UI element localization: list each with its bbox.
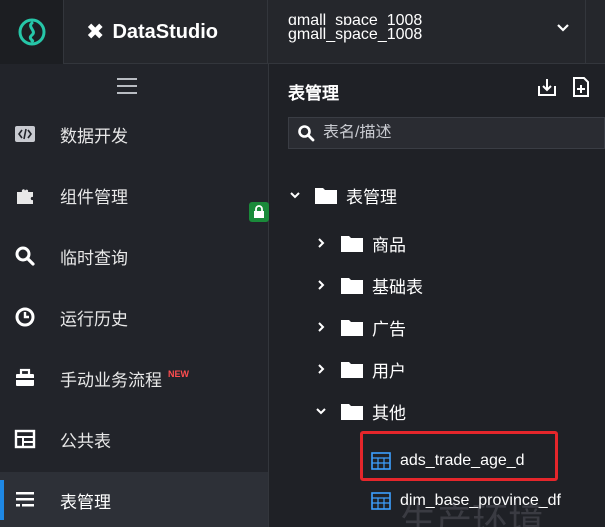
puzzle-icon [14, 184, 36, 206]
chevron-right-icon[interactable] [314, 362, 328, 376]
app-logo[interactable] [0, 0, 64, 64]
nav-label: 临时查询 [60, 248, 128, 268]
table-icon [371, 492, 391, 510]
nav-label: 组件管理 [60, 187, 128, 207]
folder-icon [341, 362, 363, 378]
tree-folder[interactable]: 其他 [314, 396, 406, 426]
clock-icon [14, 306, 36, 328]
left-nav: 数据开发 组件管理 临时查询 运行历史 手动业务流程 NEW 公共表 表管理 [0, 64, 269, 527]
import-icon[interactable] [536, 76, 558, 98]
search-input[interactable] [323, 124, 593, 142]
folder-icon [315, 188, 337, 204]
list-icon [14, 489, 36, 511]
workspace-name-line2: gmall_space_1008 [288, 26, 423, 43]
chevron-right-icon[interactable] [314, 278, 328, 292]
nav-item-table-management[interactable]: 表管理 [0, 472, 268, 527]
panel-title: 表管理 [288, 84, 339, 103]
search-icon [298, 125, 315, 142]
tree-label: 基础表 [372, 277, 423, 297]
topbar-edge [585, 0, 605, 64]
workspace-selector[interactable]: gmall_space_1008 gmall_space_1008 [270, 0, 585, 64]
nav-item-components[interactable]: 组件管理 [0, 167, 268, 223]
new-table-icon[interactable] [570, 76, 592, 98]
nav-item-run-history[interactable]: 运行历史 [0, 289, 268, 345]
tools-icon: ✖ [86, 19, 105, 44]
tree-label: 广告 [372, 319, 406, 339]
panel-actions [536, 76, 592, 98]
chevron-right-icon[interactable] [314, 236, 328, 250]
table-icon [14, 428, 36, 450]
nav-item-public-tables[interactable]: 公共表 [0, 411, 268, 467]
chevron-down-icon[interactable] [314, 404, 328, 418]
new-badge: NEW [168, 369, 189, 379]
folder-icon [341, 278, 363, 294]
tree-folder[interactable]: 商品 [314, 228, 406, 258]
brand-label: DataStudio [112, 20, 218, 43]
briefcase-icon [14, 367, 36, 389]
chevron-down-icon[interactable] [288, 188, 302, 202]
table-management-panel: 表管理 表管理 商品 基础表 广告 用户 其他 a [270, 64, 605, 527]
selection-highlight [360, 431, 558, 481]
nav-label: 手动业务流程 [60, 370, 162, 390]
folder-icon [341, 236, 363, 252]
nav-label: 数据开发 [60, 126, 128, 146]
logo-icon [18, 18, 45, 46]
brand[interactable]: ✖ DataStudio [64, 0, 268, 64]
tree-label: 用户 [372, 361, 406, 381]
search-icon [14, 245, 36, 267]
chevron-down-icon[interactable] [555, 20, 571, 36]
tree-folder[interactable]: 用户 [314, 354, 406, 384]
environment-watermark: 生产环境 [400, 501, 545, 527]
tree-root[interactable]: 表管理 [288, 180, 397, 210]
nav-label: 表管理 [60, 492, 111, 512]
nav-item-adhoc-query[interactable]: 临时查询 [0, 228, 268, 284]
code-icon [14, 123, 36, 145]
nav-item-manual-workflow[interactable]: 手动业务流程 NEW [0, 350, 268, 406]
chevron-right-icon[interactable] [314, 320, 328, 334]
menu-icon[interactable] [117, 78, 137, 94]
nav-item-data-dev[interactable]: 数据开发 [0, 106, 268, 162]
tree-label: 其他 [372, 403, 406, 423]
tree-folder[interactable]: 广告 [314, 312, 406, 342]
folder-icon [341, 404, 363, 420]
tree-folder[interactable]: 基础表 [314, 270, 423, 300]
search-box[interactable] [288, 117, 605, 149]
nav-label: 公共表 [60, 431, 111, 451]
nav-label: 运行历史 [60, 309, 128, 329]
workspace-name-line1: gmall_space_1008 [288, 12, 423, 25]
tree-label: 商品 [372, 235, 406, 255]
lock-icon[interactable] [249, 202, 269, 222]
folder-icon [341, 320, 363, 336]
top-bar: ✖ DataStudio gmall_space_1008 gmall_spac… [0, 0, 605, 64]
tree-label: 表管理 [346, 187, 397, 207]
